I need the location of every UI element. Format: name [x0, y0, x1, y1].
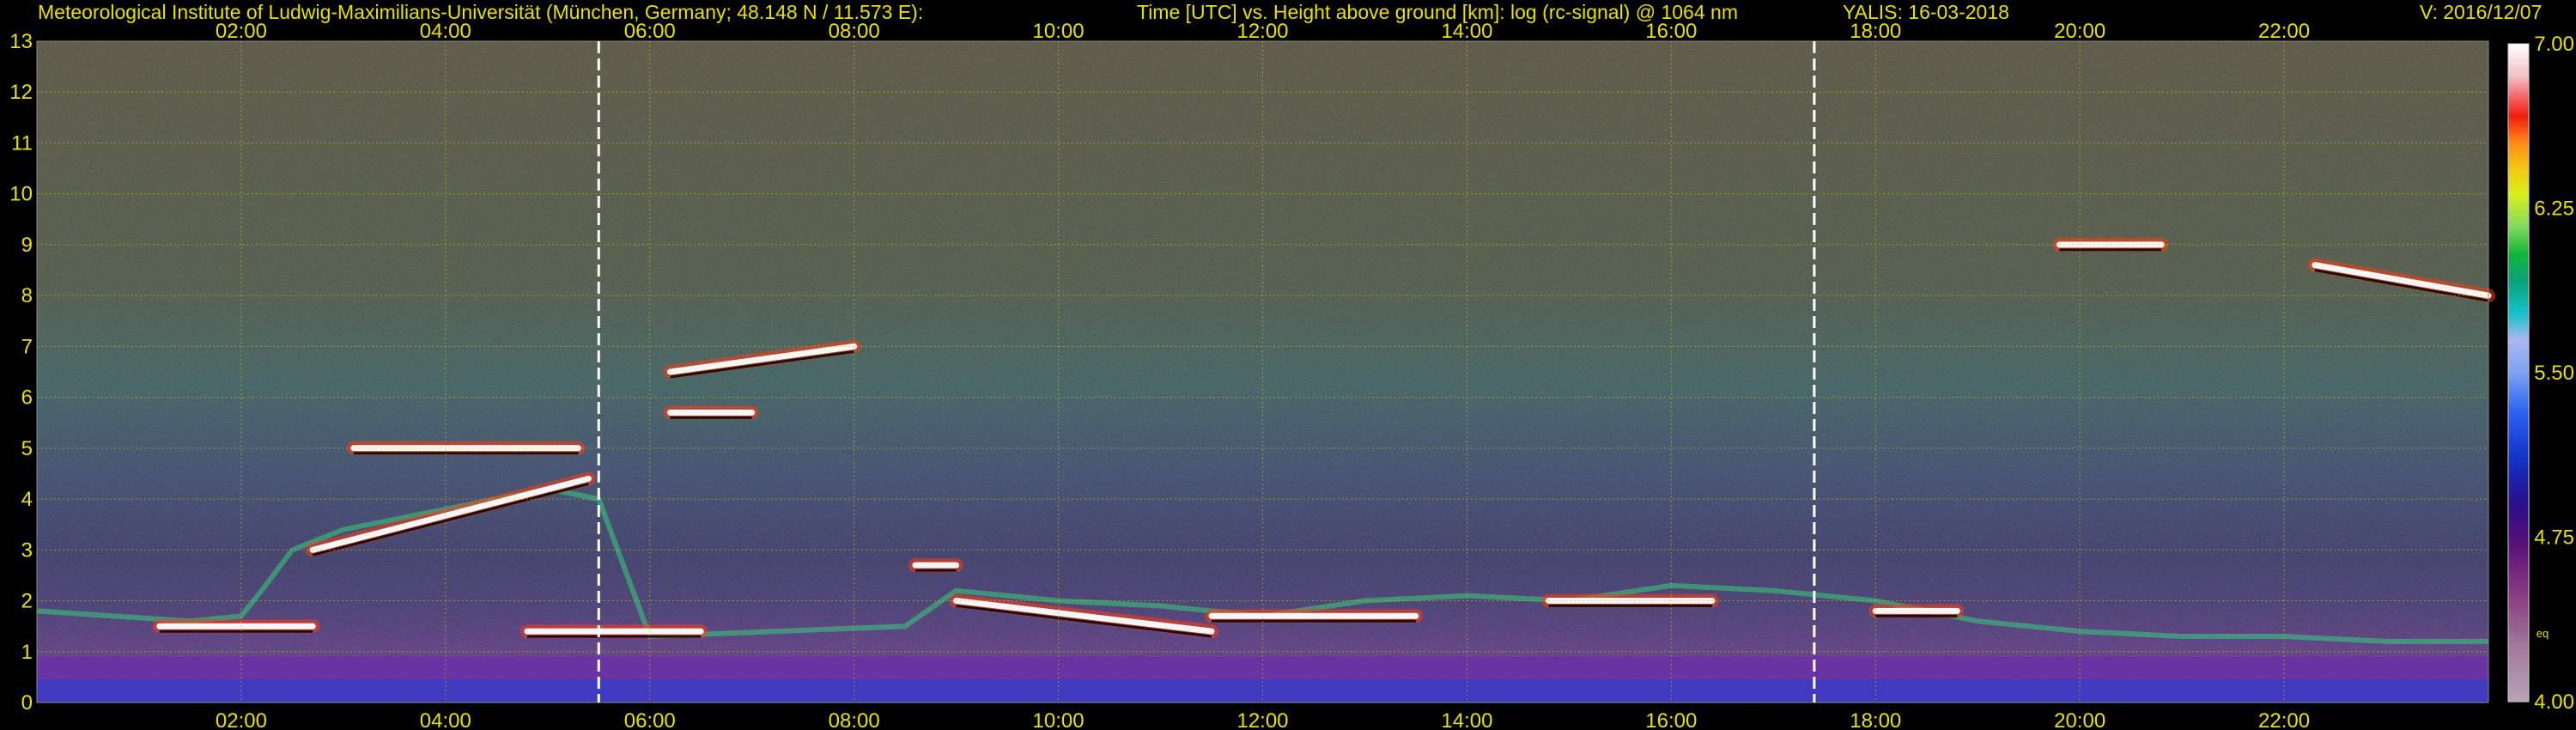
y-tick-label: 9 — [21, 234, 33, 257]
y-tick-label: 1 — [21, 641, 33, 664]
y-axis: 012345678910111213 — [9, 30, 33, 715]
y-tick-label: 3 — [21, 538, 33, 562]
x-tick-label-top: 20:00 — [2054, 20, 2105, 43]
x-tick-label-top: 14:00 — [1441, 20, 1492, 43]
x-tick-label-bottom: 04:00 — [420, 709, 471, 730]
cloud-layer — [520, 624, 708, 639]
y-tick-label: 12 — [9, 81, 33, 104]
y-tick-label: 10 — [9, 183, 33, 206]
cloud-layer — [1868, 604, 1965, 618]
colorbar-gradient — [2508, 44, 2529, 702]
cloud-layer — [1205, 609, 1423, 624]
y-tick-label: 8 — [21, 284, 33, 307]
x-tick-label-bottom: 10:00 — [1033, 709, 1084, 730]
x-tick-label-bottom: 18:00 — [1850, 709, 1901, 730]
x-axis-bottom: 02:00 04:00 06:00 08:00 10:00 12:00 14:00 16:00… — [216, 709, 2310, 730]
cloud-layer — [908, 558, 963, 573]
x-tick-label-bottom: 16:00 — [1645, 709, 1697, 730]
x-tick-label-bottom: 22:00 — [2258, 709, 2310, 730]
y-tick-label: 11 — [11, 131, 33, 155]
x-tick-label-bottom: 20:00 — [2054, 709, 2105, 730]
x-tick-label-top: 06:00 — [624, 20, 676, 43]
cloud-layer — [152, 619, 320, 634]
y-tick-label: 0 — [21, 691, 33, 715]
x-tick-label-top: 12:00 — [1236, 20, 1288, 43]
x-tick-label-top: 08:00 — [829, 20, 880, 43]
cloud-layer — [663, 405, 759, 420]
x-tick-label-top: 10:00 — [1033, 20, 1084, 43]
cloud-layer — [1541, 593, 1719, 608]
x-tick-label-top: 04:00 — [420, 20, 471, 43]
x-tick-label-bottom: 12:00 — [1236, 709, 1288, 730]
x-tick-label-top: 22:00 — [2258, 20, 2310, 43]
y-tick-label: 2 — [21, 590, 33, 613]
colorbar: 7.00 6.25 5.50 4.75 4.00 eq — [2507, 33, 2574, 714]
y-tick-label: 7 — [21, 335, 33, 358]
x-axis-top: 02:00 04:00 06:00 08:00 10:00 12:00 14:00 16:00… — [216, 20, 2310, 43]
x-tick-label-top: 18:00 — [1850, 20, 1901, 43]
lidar-quicklook-chart: 012345678910111213 02:00 04:00 06:00 08:00 1… — [9, 20, 2574, 730]
colorbar-note: eq — [2537, 627, 2549, 640]
colorbar-tick-label: 6.25 — [2534, 198, 2574, 221]
colorbar-tick-label: 4.75 — [2534, 526, 2574, 550]
colorbar-tick-label: 4.00 — [2534, 690, 2574, 714]
x-tick-label-top: 16:00 — [1645, 20, 1697, 43]
y-tick-label: 6 — [21, 386, 33, 410]
cloud-layer — [346, 441, 586, 455]
colorbar-tick-label: 7.00 — [2534, 33, 2574, 56]
x-tick-label-bottom: 02:00 — [216, 709, 267, 730]
y-tick-label: 5 — [21, 437, 33, 460]
x-tick-label-bottom: 08:00 — [829, 709, 880, 730]
cloud-layer — [2052, 237, 2169, 252]
y-tick-label: 13 — [9, 30, 33, 53]
colorbar-tick-label: 5.50 — [2534, 362, 2574, 385]
x-tick-label-top: 02:00 — [216, 20, 267, 43]
x-tick-label-bottom: 14:00 — [1441, 709, 1492, 730]
x-tick-label-bottom: 06:00 — [624, 709, 676, 730]
y-tick-label: 4 — [21, 488, 33, 511]
